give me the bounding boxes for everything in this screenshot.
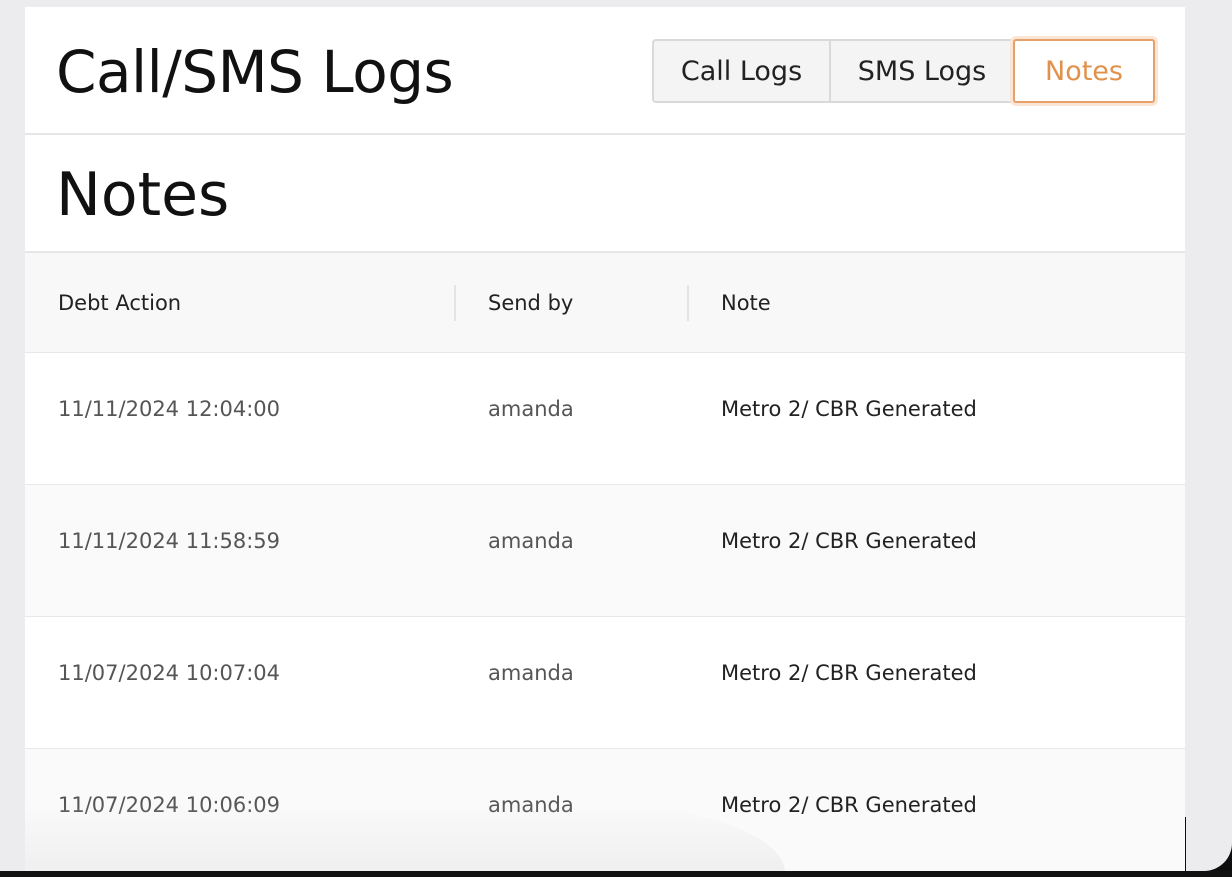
cell-send-by: amanda	[488, 529, 574, 553]
table-row[interactable]: 11/07/2024 10:07:04 amanda Metro 2/ CBR …	[25, 617, 1185, 749]
column-header-note[interactable]: Note	[721, 253, 771, 353]
tab-notes[interactable]: Notes	[1013, 39, 1155, 103]
app-frame: Call/SMS Logs Call Logs SMS Logs Notes N…	[0, 0, 1232, 877]
table-header: Debt Action Send by Note	[25, 253, 1185, 353]
window-edge	[1186, 0, 1232, 877]
cell-send-by: amanda	[488, 661, 574, 685]
cell-debt-action: 11/07/2024 10:06:09	[58, 793, 281, 817]
cell-debt-action: 11/11/2024 12:04:00	[58, 397, 281, 421]
page-title: Call/SMS Logs	[56, 38, 454, 106]
section-title: Notes	[56, 160, 230, 230]
cell-note: Metro 2/ CBR Generated	[721, 793, 977, 817]
cell-send-by: amanda	[488, 793, 574, 817]
tab-sms-logs[interactable]: SMS Logs	[829, 39, 1015, 103]
column-divider	[454, 285, 456, 321]
notes-table: Debt Action Send by Note 11/11/2024 12:0…	[25, 253, 1185, 873]
window-bottom-edge	[0, 871, 1232, 877]
notes-section-header: Notes	[25, 137, 1185, 253]
tab-call-logs[interactable]: Call Logs	[652, 39, 831, 103]
table-row[interactable]: 11/11/2024 11:58:59 amanda Metro 2/ CBR …	[25, 485, 1185, 617]
cell-debt-action: 11/07/2024 10:07:04	[58, 661, 281, 685]
column-header-debt-action[interactable]: Debt Action	[58, 253, 181, 353]
cell-note: Metro 2/ CBR Generated	[721, 529, 977, 553]
cell-note: Metro 2/ CBR Generated	[721, 661, 977, 685]
column-header-send-by[interactable]: Send by	[488, 253, 573, 353]
table-row[interactable]: 11/07/2024 10:06:09 amanda Metro 2/ CBR …	[25, 749, 1185, 873]
cell-note: Metro 2/ CBR Generated	[721, 397, 977, 421]
table-row[interactable]: 11/11/2024 12:04:00 amanda Metro 2/ CBR …	[25, 353, 1185, 485]
cell-send-by: amanda	[488, 397, 574, 421]
log-type-switcher: Call Logs SMS Logs Notes	[652, 39, 1155, 103]
logs-card: Call/SMS Logs Call Logs SMS Logs Notes N…	[25, 7, 1185, 873]
cell-debt-action: 11/11/2024 11:58:59	[58, 529, 281, 553]
logs-header: Call/SMS Logs Call Logs SMS Logs Notes	[25, 7, 1185, 135]
column-divider	[687, 285, 689, 321]
